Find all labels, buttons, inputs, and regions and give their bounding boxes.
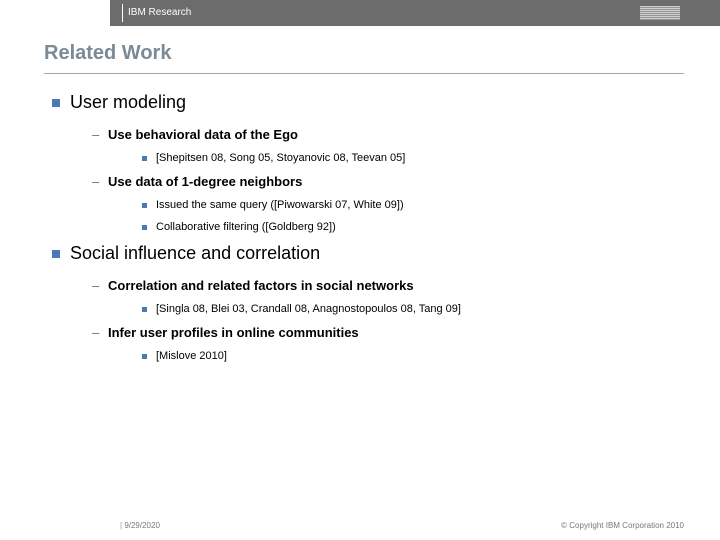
title-block: Related Work <box>44 42 720 65</box>
header-divider <box>122 4 123 22</box>
ibm-logo <box>640 6 680 20</box>
section-heading: User modeling <box>52 92 672 113</box>
subitem-label: Infer user profiles in online communitie… <box>92 325 672 340</box>
title-rule <box>44 73 684 74</box>
citation: [Mislove 2010] <box>142 350 672 362</box>
page-title: Related Work <box>44 42 720 65</box>
footer-date-text: 9/29/2020 <box>124 521 160 530</box>
subitem-label: Use data of 1-degree neighbors <box>92 174 672 189</box>
content: User modeling Use behavioral data of the… <box>52 92 672 362</box>
citation: [Singla 08, Blei 03, Crandall 08, Anagno… <box>142 303 672 315</box>
footer: | 9/29/2020 © Copyright IBM Corporation … <box>0 510 720 530</box>
section-heading: Social influence and correlation <box>52 243 672 264</box>
citation: Issued the same query ([Piwowarski 07, W… <box>142 199 672 211</box>
footer-copyright: © Copyright IBM Corporation 2010 <box>561 521 684 530</box>
subitem-label: Correlation and related factors in socia… <box>92 278 672 293</box>
subitem-label: Use behavioral data of the Ego <box>92 127 672 142</box>
citation: [Shepitsen 08, Song 05, Stoyanovic 08, T… <box>142 152 672 164</box>
header-org: IBM Research <box>128 7 191 18</box>
footer-date: | 9/29/2020 <box>120 521 160 530</box>
citation: Collaborative filtering ([Goldberg 92]) <box>142 221 672 233</box>
header-bar: IBM Research <box>110 0 720 26</box>
